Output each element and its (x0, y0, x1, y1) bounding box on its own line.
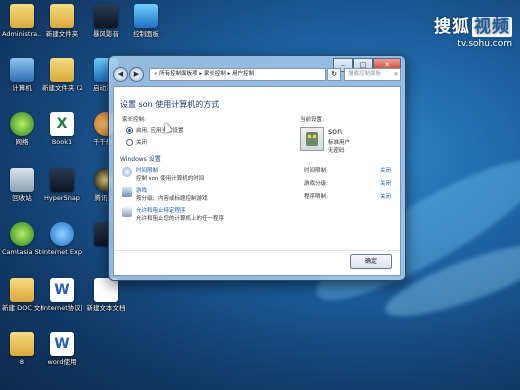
desktop-icon-label: 控制面板 (133, 30, 159, 38)
desktop-icon-label: Internet Explorer (42, 248, 82, 256)
blue-icon (134, 4, 158, 28)
bin-icon (10, 168, 34, 192)
time-limits-desc: 控制 son 使用计算机的时间 (136, 176, 205, 182)
folder-icon (50, 4, 74, 28)
folder-icon (10, 278, 34, 302)
current-settings-label: 当前设置: (300, 117, 324, 123)
time-limits-link[interactable]: 时间限制 (136, 166, 158, 174)
option-off[interactable]: 关闭 (126, 138, 147, 146)
time-limits-status-label: 时间限制: (304, 168, 328, 174)
desktop-icon[interactable]: Internet Explorer (42, 222, 82, 256)
games-desc: 按分级、内容或标题控制游戏 (136, 196, 208, 202)
folder-icon (50, 58, 74, 82)
desktop-icon-label: HyperSnap (44, 194, 80, 202)
desktop-icon-label: word使用 (47, 358, 77, 366)
programs-desc: 允许和阻止您的计算机上的任一程序 (136, 216, 225, 222)
desktop-icon[interactable]: 暴风影音 (86, 4, 126, 38)
parental-controls-label: 家长控制: (122, 117, 146, 123)
game-rating-status: 关闭 (380, 181, 392, 187)
desktop-icon-label: 暴风影音 (93, 30, 119, 38)
program-limits-status: 关闭 (380, 194, 392, 200)
green-icon (10, 222, 34, 246)
desktop-icon[interactable]: Administra... (2, 4, 42, 38)
user-type: 标准用户 (328, 140, 351, 146)
word-icon: W (50, 332, 74, 356)
desktop-icon[interactable]: 新建文件夹 (42, 4, 82, 38)
time-limits-status: 关闭 (380, 168, 392, 174)
game-rating-status-label: 游戏分级: (304, 181, 328, 187)
radio-off-icon[interactable] (126, 139, 133, 146)
desktop-icon[interactable]: 新建 DOC 文档 (2, 278, 42, 312)
user-avatar (300, 127, 324, 151)
user-name: son (328, 127, 343, 136)
parental-controls-window: – □ ✕ ◀ ▶ « 所有控制面板项 ▸ 家长控制 ▸ 用户控制 ↻ 搜索控制… (108, 55, 406, 281)
refresh-icon[interactable]: ↻ (327, 67, 341, 81)
desktop-icon[interactable]: 8 (2, 332, 42, 366)
desktop-icon-label: Administra... (2, 30, 42, 38)
radio-on-icon[interactable] (126, 127, 133, 134)
folder-icon (10, 332, 34, 356)
desktop-icon-label: Book1 (51, 138, 73, 146)
back-icon[interactable]: ◀ (113, 66, 128, 82)
ok-button[interactable]: 确定 (350, 254, 392, 269)
desktop-icon[interactable]: HyperSnap (42, 168, 82, 202)
desktop-icon-label: 新建文件夹 (2) (42, 84, 82, 92)
desktop-icon-label: 计算机 (12, 84, 32, 92)
games-link[interactable]: 游戏 (136, 186, 147, 194)
folder-icon (10, 4, 34, 28)
programs-link[interactable]: 允许和阻止特定程序 (136, 206, 186, 214)
sohu-watermark: 搜狐 视频 tv.sohu.com (434, 17, 512, 49)
program-limits-status-label: 程序限制: (304, 194, 328, 200)
content-pane: 设置 son 使用计算机的方式 家长控制: 启用, 应用当前设置 关闭 Wind… (113, 86, 401, 276)
excel-icon: X (50, 112, 74, 136)
desktop-icon[interactable]: 新建文件夹 (2) (42, 58, 82, 92)
option-on[interactable]: 启用, 应用当前设置 (126, 126, 184, 134)
desktop-icon-label: Camtasia Studio 7 (2, 248, 42, 256)
desktop-icon[interactable]: 回收站 (2, 168, 42, 202)
desktop-icon[interactable]: 计算机 (2, 58, 42, 92)
desktop-icon-label: 新建文件夹 (45, 30, 79, 38)
desktop-icon-label: 回收站 (12, 194, 32, 202)
user-password: 无密码 (328, 148, 345, 154)
desktop-icon[interactable]: Wword使用 (42, 332, 82, 366)
clock-icon (122, 167, 132, 177)
dark-icon (50, 168, 74, 192)
doc-icon (94, 278, 118, 302)
desktop-icon[interactable]: 控制面板 (126, 4, 166, 38)
desktop-icon-label: 新建文本文档 (86, 304, 126, 312)
windows-settings-heading: Windows 设置 (120, 156, 161, 163)
games-icon (122, 187, 132, 197)
desktop-icon-label: 新建 DOC 文档 (2, 304, 42, 312)
desktop-icon-label: Internet协议版本设置 (42, 304, 82, 312)
desktop-icon[interactable]: Camtasia Studio 7 (2, 222, 42, 256)
pc-icon (10, 58, 34, 82)
desktop-icon[interactable]: 网络 (2, 112, 42, 146)
desktop-icon[interactable]: 新建文本文档 (86, 278, 126, 312)
programs-icon (122, 207, 132, 217)
page-title: 设置 son 使用计算机的方式 (120, 100, 220, 109)
dark-icon (94, 4, 118, 28)
desktop-icon-label: 网络 (15, 138, 29, 146)
search-icon: ⌕ (394, 69, 398, 78)
desktop-icon-label: 8 (19, 358, 25, 366)
search-input[interactable]: 搜索控制面板 ⌕ (344, 67, 401, 81)
forward-icon[interactable]: ▶ (129, 66, 144, 82)
ie-icon (50, 222, 74, 246)
word-icon: W (50, 278, 74, 302)
navigation-bar: ◀ ▶ « 所有控制面板项 ▸ 家长控制 ▸ 用户控制 ↻ 搜索控制面板 ⌕ (113, 66, 401, 82)
green-icon (10, 112, 34, 136)
footer-divider (114, 250, 400, 251)
desktop-icon[interactable]: W Internet协议版本设置 (42, 278, 82, 312)
address-bar[interactable]: « 所有控制面板项 ▸ 家长控制 ▸ 用户控制 (149, 67, 326, 81)
desktop-icon[interactable]: X Book1 (42, 112, 82, 146)
